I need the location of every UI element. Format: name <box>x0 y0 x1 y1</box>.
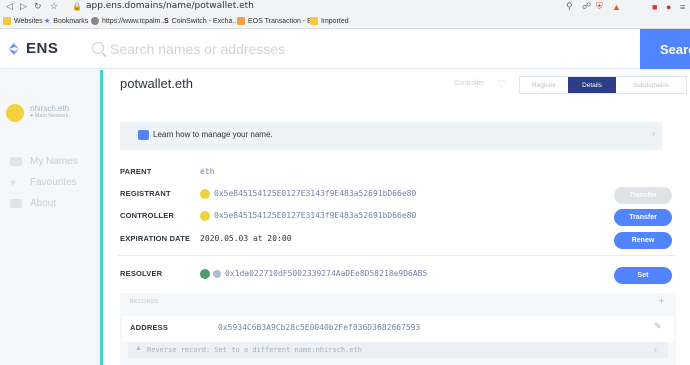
reload-icon[interactable]: ↻ <box>34 0 42 13</box>
bookmark-star-icon[interactable]: ☆ <box>50 0 58 13</box>
chevron-right-icon: › <box>652 128 655 138</box>
edit-pencil-icon[interactable]: ✎ <box>654 321 662 332</box>
profile-icon[interactable]: ● <box>666 0 671 13</box>
coinswitch-icon: S <box>164 17 169 25</box>
star-icon: ★ <box>44 18 51 25</box>
sidebar-item-my-names[interactable]: My Names <box>10 156 78 167</box>
controller-label: CONTROLLER <box>120 211 175 220</box>
names-icon <box>10 157 22 166</box>
back-icon[interactable]: ◁ <box>6 0 13 13</box>
reverse-chevron-icon: › <box>654 344 657 354</box>
search-button[interactable]: Search <box>640 29 690 69</box>
tab-details[interactable]: Details <box>568 77 616 93</box>
controller-avatar <box>200 211 210 221</box>
registrant-transfer-button[interactable]: Transfer <box>614 187 672 204</box>
book-icon <box>138 130 149 140</box>
parent-label: PARENT <box>120 167 152 176</box>
bookmark-tcpalm[interactable]: https://www.tcpalm.... <box>91 14 168 28</box>
tab-subdomains[interactable]: Subdomains <box>616 77 686 93</box>
browser-search-icon[interactable]: ⚲ <box>566 0 573 13</box>
bookmark-coinswitch[interactable]: S CoinSwitch - Excha... <box>164 14 238 28</box>
lock-icon: 🔒 <box>72 1 82 11</box>
brave-shield-icon[interactable]: ⛨ <box>596 0 603 13</box>
address-record-value[interactable]: 0x5934C6B3A9Cb28c5E0040b2Fef036D36826675… <box>218 323 420 332</box>
renew-button[interactable]: Renew <box>614 232 672 249</box>
bookmark-eos[interactable]: EOS Transaction - E... <box>237 14 318 28</box>
ens-logo-icon <box>9 42 19 55</box>
url-bar[interactable]: 🔒 app.ens.domains/name/potwallet.eth <box>72 0 592 12</box>
network-name: ● Main Network <box>30 113 69 119</box>
share-icon[interactable]: ☍ <box>582 0 591 13</box>
expiration-label: EXPIRATION DATE <box>120 234 191 243</box>
address-record-label: ADDRESS <box>130 323 169 332</box>
folder-icon <box>3 17 11 25</box>
account-name[interactable]: nhirsch.eth <box>30 104 69 113</box>
resolver-avatar <box>200 269 210 279</box>
learn-text: Learn how to manage your name. <box>153 130 273 139</box>
reverse-record-text: Reverse record: Set to a different name:… <box>147 346 362 354</box>
records-label: RECORDS <box>130 299 159 305</box>
add-record-icon[interactable]: + <box>659 296 664 306</box>
forward-icon[interactable]: ▷ <box>20 0 27 13</box>
ens-logo[interactable]: ENS <box>6 40 58 57</box>
parent-value[interactable]: eth <box>200 167 214 176</box>
heart-icon: ♥ <box>10 178 16 189</box>
controller-address[interactable]: 0x5e845154125E0127E3143f9E483a52691bD66e… <box>214 211 416 220</box>
info-icon[interactable] <box>213 270 221 278</box>
browser-chrome: ◁ ▷ ↻ ☆ 🔒 app.ens.domains/name/potwallet… <box>0 0 690 29</box>
name-tabs: Register Details Subdomains <box>519 76 687 94</box>
controller-badge: Controller <box>454 80 485 87</box>
sidebar-item-about[interactable]: About <box>10 198 56 209</box>
sidebar-item-favourites[interactable]: ♥ Favourites <box>10 177 77 189</box>
globe-icon <box>91 17 99 25</box>
folder-icon <box>310 17 318 25</box>
section-divider <box>118 255 676 256</box>
menu-icon[interactable]: ≡ <box>680 0 685 13</box>
eos-icon <box>237 17 245 25</box>
page-title: potwallet.eth <box>120 76 193 91</box>
expiration-value: 2020.05.03 at 20:00 <box>200 234 292 243</box>
registrant-avatar <box>200 189 210 199</box>
warning-icon: ▲ <box>135 345 142 352</box>
resolver-label: RESOLVER <box>120 269 163 278</box>
bookmark-websites[interactable]: Websites <box>3 14 43 28</box>
ens-logo-text: ENS <box>26 40 59 57</box>
bookmark-imported[interactable]: Imported <box>310 14 349 28</box>
rewards-icon[interactable]: ▲ <box>612 0 621 13</box>
registrant-label: REGISTRANT <box>120 189 171 198</box>
set-resolver-button[interactable]: Set <box>614 267 672 284</box>
user-avatar[interactable] <box>6 104 24 122</box>
about-icon <box>10 199 22 208</box>
controller-transfer-button[interactable]: Transfer <box>614 209 672 226</box>
resolver-address[interactable]: 0x1da022710dF5002339274AaDEe8D58218e9D6A… <box>225 269 427 278</box>
tab-register[interactable]: Register <box>520 77 568 93</box>
bookmark-bookmarks[interactable]: ★ Bookmarks <box>44 14 88 28</box>
registrant-address[interactable]: 0x5e845154125E0127E3143f9E483a52691bD66e… <box>214 189 416 198</box>
extension-icon[interactable]: ■ <box>652 0 657 13</box>
favourite-heart-icon[interactable]: ♡ <box>497 78 507 91</box>
search-input[interactable] <box>110 37 630 61</box>
search-icon <box>92 42 104 54</box>
